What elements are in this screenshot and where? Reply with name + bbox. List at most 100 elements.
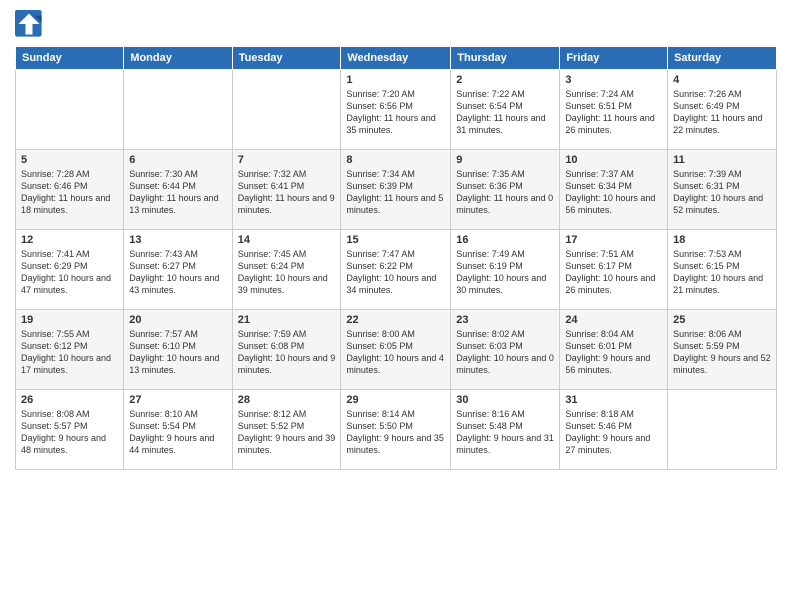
day-number: 13 — [129, 234, 226, 246]
calendar-cell — [668, 390, 777, 470]
calendar-cell: 14 Sunrise: 7:45 AM Sunset: 6:24 PM Dayli… — [232, 230, 341, 310]
day-number: 23 — [456, 314, 554, 326]
day-number: 3 — [565, 74, 662, 86]
calendar-cell: 5 Sunrise: 7:28 AM Sunset: 6:46 PM Daylig… — [16, 150, 124, 230]
calendar-cell: 29 Sunrise: 8:14 AM Sunset: 5:50 PM Dayli… — [341, 390, 451, 470]
day-info: Sunrise: 7:43 AM Sunset: 6:27 PM Dayligh… — [129, 248, 226, 297]
col-header-thursday: Thursday — [451, 47, 560, 70]
day-info: Sunrise: 7:22 AM Sunset: 6:54 PM Dayligh… — [456, 88, 554, 137]
day-info: Sunrise: 7:55 AM Sunset: 6:12 PM Dayligh… — [21, 328, 118, 377]
day-number: 21 — [238, 314, 336, 326]
calendar-cell: 16 Sunrise: 7:49 AM Sunset: 6:19 PM Dayli… — [451, 230, 560, 310]
col-header-saturday: Saturday — [668, 47, 777, 70]
day-number: 14 — [238, 234, 336, 246]
calendar-cell — [16, 70, 124, 150]
day-info: Sunrise: 7:39 AM Sunset: 6:31 PM Dayligh… — [673, 168, 771, 217]
day-info: Sunrise: 8:14 AM Sunset: 5:50 PM Dayligh… — [346, 408, 445, 457]
day-info: Sunrise: 7:37 AM Sunset: 6:34 PM Dayligh… — [565, 168, 662, 217]
day-info: Sunrise: 8:02 AM Sunset: 6:03 PM Dayligh… — [456, 328, 554, 377]
day-info: Sunrise: 7:49 AM Sunset: 6:19 PM Dayligh… — [456, 248, 554, 297]
day-number: 7 — [238, 154, 336, 166]
calendar-cell: 11 Sunrise: 7:39 AM Sunset: 6:31 PM Dayli… — [668, 150, 777, 230]
calendar-cell: 27 Sunrise: 8:10 AM Sunset: 5:54 PM Dayli… — [124, 390, 232, 470]
day-number: 9 — [456, 154, 554, 166]
calendar-cell: 22 Sunrise: 8:00 AM Sunset: 6:05 PM Dayli… — [341, 310, 451, 390]
day-number: 18 — [673, 234, 771, 246]
day-info: Sunrise: 7:57 AM Sunset: 6:10 PM Dayligh… — [129, 328, 226, 377]
calendar-cell: 9 Sunrise: 7:35 AM Sunset: 6:36 PM Daylig… — [451, 150, 560, 230]
calendar-cell: 2 Sunrise: 7:22 AM Sunset: 6:54 PM Daylig… — [451, 70, 560, 150]
day-info: Sunrise: 8:04 AM Sunset: 6:01 PM Dayligh… — [565, 328, 662, 377]
day-number: 15 — [346, 234, 445, 246]
header — [15, 10, 777, 38]
day-number: 6 — [129, 154, 226, 166]
day-number: 2 — [456, 74, 554, 86]
day-number: 20 — [129, 314, 226, 326]
day-info: Sunrise: 8:06 AM Sunset: 5:59 PM Dayligh… — [673, 328, 771, 377]
col-header-sunday: Sunday — [16, 47, 124, 70]
calendar-cell: 30 Sunrise: 8:16 AM Sunset: 5:48 PM Dayli… — [451, 390, 560, 470]
day-number: 17 — [565, 234, 662, 246]
day-number: 4 — [673, 74, 771, 86]
week-row-5: 26 Sunrise: 8:08 AM Sunset: 5:57 PM Dayli… — [16, 390, 777, 470]
day-info: Sunrise: 8:10 AM Sunset: 5:54 PM Dayligh… — [129, 408, 226, 457]
week-row-2: 5 Sunrise: 7:28 AM Sunset: 6:46 PM Daylig… — [16, 150, 777, 230]
calendar-cell: 18 Sunrise: 7:53 AM Sunset: 6:15 PM Dayli… — [668, 230, 777, 310]
day-info: Sunrise: 7:28 AM Sunset: 6:46 PM Dayligh… — [21, 168, 118, 217]
day-number: 25 — [673, 314, 771, 326]
day-info: Sunrise: 7:26 AM Sunset: 6:49 PM Dayligh… — [673, 88, 771, 137]
day-info: Sunrise: 8:12 AM Sunset: 5:52 PM Dayligh… — [238, 408, 336, 457]
col-header-monday: Monday — [124, 47, 232, 70]
day-number: 26 — [21, 394, 118, 406]
day-number: 8 — [346, 154, 445, 166]
day-info: Sunrise: 7:51 AM Sunset: 6:17 PM Dayligh… — [565, 248, 662, 297]
day-info: Sunrise: 8:00 AM Sunset: 6:05 PM Dayligh… — [346, 328, 445, 377]
calendar-cell: 8 Sunrise: 7:34 AM Sunset: 6:39 PM Daylig… — [341, 150, 451, 230]
day-number: 27 — [129, 394, 226, 406]
day-number: 11 — [673, 154, 771, 166]
day-info: Sunrise: 7:34 AM Sunset: 6:39 PM Dayligh… — [346, 168, 445, 217]
day-number: 16 — [456, 234, 554, 246]
calendar-table: SundayMondayTuesdayWednesdayThursdayFrid… — [15, 46, 777, 470]
calendar-cell: 20 Sunrise: 7:57 AM Sunset: 6:10 PM Dayli… — [124, 310, 232, 390]
calendar-cell: 3 Sunrise: 7:24 AM Sunset: 6:51 PM Daylig… — [560, 70, 668, 150]
calendar-cell: 19Sunrise: 7:55 AM Sunset: 6:12 PM Dayli… — [16, 310, 124, 390]
week-row-1: 1Sunrise: 7:20 AM Sunset: 6:56 PM Daylig… — [16, 70, 777, 150]
day-number: 5 — [21, 154, 118, 166]
day-info: Sunrise: 8:16 AM Sunset: 5:48 PM Dayligh… — [456, 408, 554, 457]
week-row-3: 12Sunrise: 7:41 AM Sunset: 6:29 PM Dayli… — [16, 230, 777, 310]
day-info: Sunrise: 7:30 AM Sunset: 6:44 PM Dayligh… — [129, 168, 226, 217]
col-header-friday: Friday — [560, 47, 668, 70]
calendar-header-row: SundayMondayTuesdayWednesdayThursdayFrid… — [16, 47, 777, 70]
calendar-cell: 6 Sunrise: 7:30 AM Sunset: 6:44 PM Daylig… — [124, 150, 232, 230]
calendar-cell: 28 Sunrise: 8:12 AM Sunset: 5:52 PM Dayli… — [232, 390, 341, 470]
day-info: Sunrise: 8:08 AM Sunset: 5:57 PM Dayligh… — [21, 408, 118, 457]
day-info: Sunrise: 7:24 AM Sunset: 6:51 PM Dayligh… — [565, 88, 662, 137]
day-number: 22 — [346, 314, 445, 326]
day-number: 28 — [238, 394, 336, 406]
day-info: Sunrise: 7:20 AM Sunset: 6:56 PM Dayligh… — [346, 88, 445, 137]
col-header-wednesday: Wednesday — [341, 47, 451, 70]
calendar-cell: 21Sunrise: 7:59 AM Sunset: 6:08 PM Dayli… — [232, 310, 341, 390]
calendar-cell: 15Sunrise: 7:47 AM Sunset: 6:22 PM Dayli… — [341, 230, 451, 310]
logo — [15, 10, 45, 38]
calendar-cell — [232, 70, 341, 150]
day-number: 24 — [565, 314, 662, 326]
day-number: 30 — [456, 394, 554, 406]
logo-icon — [15, 10, 43, 38]
calendar-cell: 12Sunrise: 7:41 AM Sunset: 6:29 PM Dayli… — [16, 230, 124, 310]
day-number: 31 — [565, 394, 662, 406]
calendar-cell: 1Sunrise: 7:20 AM Sunset: 6:56 PM Daylig… — [341, 70, 451, 150]
day-info: Sunrise: 7:35 AM Sunset: 6:36 PM Dayligh… — [456, 168, 554, 217]
day-info: Sunrise: 7:32 AM Sunset: 6:41 PM Dayligh… — [238, 168, 336, 217]
calendar-cell: 25 Sunrise: 8:06 AM Sunset: 5:59 PM Dayli… — [668, 310, 777, 390]
day-number: 29 — [346, 394, 445, 406]
calendar-cell: 26 Sunrise: 8:08 AM Sunset: 5:57 PM Dayli… — [16, 390, 124, 470]
calendar-cell: 31 Sunrise: 8:18 AM Sunset: 5:46 PM Dayli… — [560, 390, 668, 470]
calendar-cell: 24 Sunrise: 8:04 AM Sunset: 6:01 PM Dayli… — [560, 310, 668, 390]
day-info: Sunrise: 7:53 AM Sunset: 6:15 PM Dayligh… — [673, 248, 771, 297]
calendar-cell: 17 Sunrise: 7:51 AM Sunset: 6:17 PM Dayli… — [560, 230, 668, 310]
day-info: Sunrise: 7:45 AM Sunset: 6:24 PM Dayligh… — [238, 248, 336, 297]
week-row-4: 19Sunrise: 7:55 AM Sunset: 6:12 PM Dayli… — [16, 310, 777, 390]
day-info: Sunrise: 8:18 AM Sunset: 5:46 PM Dayligh… — [565, 408, 662, 457]
